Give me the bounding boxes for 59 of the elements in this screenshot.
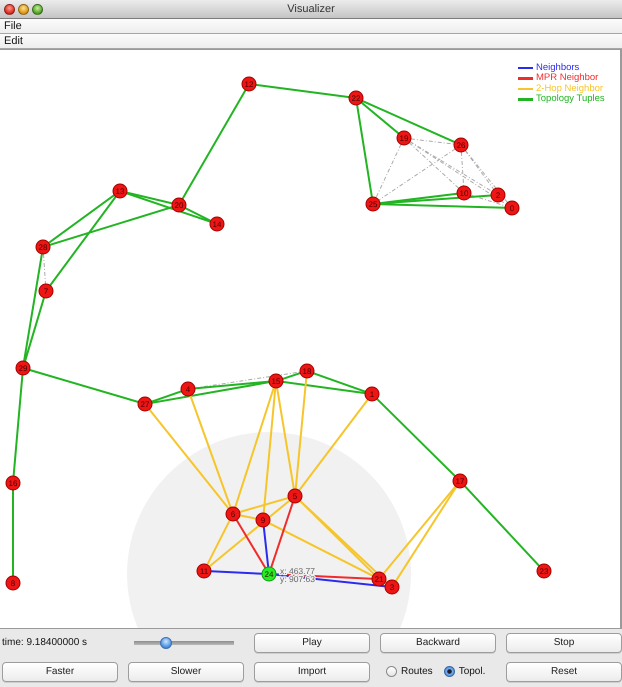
neighbor-edge (210, 570, 262, 575)
window-title: Visualizer (287, 3, 335, 15)
graph-node: 5 (288, 488, 302, 504)
legend-label: 2-Hop Neighbor (536, 84, 604, 94)
toolbar-button[interactable]: Play (254, 632, 370, 652)
menu-item[interactable]: Edit (4, 34, 23, 48)
graph-node: 17 (452, 474, 468, 488)
radio-option[interactable]: Routes (386, 666, 433, 677)
graph-node: 8 (6, 576, 20, 590)
graph-node: 11 (196, 564, 212, 578)
toolbar-button[interactable]: Backward (380, 632, 496, 652)
coordinate-readout: x: 463.77 (280, 566, 315, 576)
toolbar-button[interactable]: Slower (128, 662, 244, 682)
graph-node: 19 (396, 130, 412, 146)
graph-node: 25 (366, 196, 380, 212)
graph-node: 0 (504, 200, 520, 216)
menu-item[interactable]: File (4, 20, 22, 32)
toolbar-button[interactable]: Import (254, 662, 370, 682)
graph-node: 3 (384, 580, 400, 594)
graph-node: 15 (268, 374, 284, 388)
mpr-edge (270, 502, 294, 568)
graph-node: 14 (210, 216, 224, 232)
graph-node: 6 (226, 506, 240, 522)
close-icon[interactable] (4, 4, 15, 14)
graph-node: 7 (38, 284, 54, 298)
graph-node: 10 (456, 186, 472, 200)
graph-node: 9 (256, 512, 270, 528)
graph-node: 26 (454, 138, 468, 152)
graph-node: 13 (112, 184, 128, 198)
graph-node: 12 (242, 76, 256, 92)
radio-option[interactable]: Topol. (444, 666, 486, 677)
graph-node: 20 (172, 198, 186, 212)
radio-icon[interactable] (444, 666, 455, 677)
graph-node: 18 (300, 364, 314, 378)
maximize-icon[interactable] (32, 4, 43, 14)
time-label: time: 9.18400000 s (2, 637, 88, 648)
graph-node: 22 (348, 90, 364, 106)
graph-node: 4 (180, 382, 196, 396)
graph-node: 2 (490, 188, 506, 202)
neighbor-edge (262, 526, 270, 568)
graph-node: 16 (6, 476, 20, 490)
graph-node: 28 (36, 240, 50, 254)
radio-icon[interactable] (386, 666, 397, 677)
mpr-edge (236, 519, 266, 569)
legend-label: Neighbors (536, 63, 580, 73)
slider-thumb[interactable] (160, 636, 172, 648)
graph-node: 1 (364, 386, 380, 402)
toolbar-button[interactable]: Reset (506, 662, 622, 682)
toolbar-button[interactable]: Faster (2, 662, 118, 682)
graph-node: 24 (262, 566, 276, 582)
graph-node: 21 (372, 572, 386, 586)
dashed-edge (43, 254, 46, 284)
graph-node: 29 (16, 360, 30, 376)
legend-label: MPR Neighbor (536, 73, 598, 84)
minimize-icon[interactable] (18, 4, 29, 14)
toolbar-button[interactable]: Stop (506, 632, 622, 652)
graph-node: 27 (138, 396, 152, 412)
legend-label: Topology Tuples (536, 94, 605, 105)
graph-node: 23 (536, 564, 552, 578)
